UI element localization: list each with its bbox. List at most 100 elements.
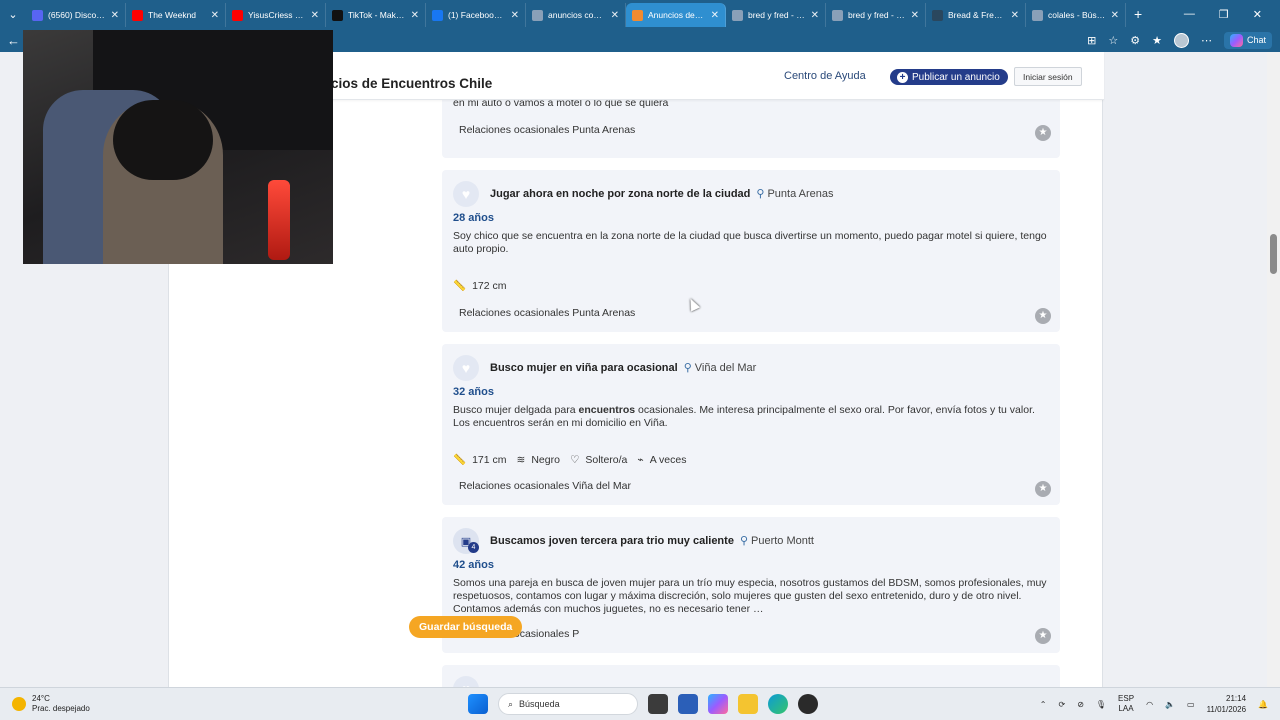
close-icon[interactable]: ✕: [911, 10, 919, 21]
weather-description: Prac. despejado: [32, 704, 90, 713]
close-icon[interactable]: ✕: [411, 10, 419, 21]
battery-icon[interactable]: ▭: [1187, 700, 1195, 709]
tab-label: bred y fred - Búsq: [748, 10, 806, 20]
task-view-icon[interactable]: [648, 694, 668, 714]
chat-label: Chat: [1246, 35, 1266, 45]
publish-ad-button[interactable]: + Publicar un anuncio: [890, 69, 1008, 85]
favorites-icon[interactable]: ★: [1152, 34, 1162, 47]
tab-search-bred-2[interactable]: bred y fred - Búsq ✕: [826, 3, 926, 27]
microphone-icon[interactable]: 🎙: [1096, 700, 1106, 709]
close-icon[interactable]: ✕: [1011, 10, 1019, 21]
ruler-icon: 📏: [453, 454, 467, 466]
heart-icon[interactable]: ♥: [453, 676, 479, 687]
ad-category[interactable]: Relaciones ocasionales Viña del Mar: [459, 480, 631, 492]
favorite-star-icon[interactable]: ★: [1035, 125, 1051, 141]
tab-youtube-weeknd[interactable]: The Weeknd ✕: [126, 3, 226, 27]
close-window-icon[interactable]: ✕: [1253, 8, 1262, 21]
language-indicator[interactable]: ESP LAA: [1118, 694, 1134, 714]
location-label: Puerto Montt: [751, 534, 814, 547]
ad-card[interactable]: ♥ Busco mujer en viña para ocasional ⚲ V…: [442, 344, 1060, 505]
ad-card[interactable]: ♥ Jugar ahora en noche por zona norte de…: [442, 170, 1060, 332]
heart-icon[interactable]: ♥: [453, 181, 479, 207]
wifi-icon[interactable]: ◠: [1146, 700, 1153, 709]
ad-location: ⚲ Puerto Montt: [740, 534, 814, 548]
copilot-chat-button[interactable]: Chat: [1223, 31, 1272, 49]
page-scrollbar[interactable]: [1267, 52, 1280, 687]
tab-anuncios-active[interactable]: Anuncios de Encu ✕: [626, 3, 726, 27]
ad-title[interactable]: Jugar ahora en noche por zona norte de l…: [490, 188, 750, 200]
ad-age: 32 años: [453, 386, 494, 398]
obs-icon[interactable]: [798, 694, 818, 714]
close-icon[interactable]: ✕: [211, 10, 219, 21]
ruler-icon: 📏: [453, 280, 467, 292]
close-icon[interactable]: ✕: [711, 10, 719, 21]
tab-actions-chevron-icon[interactable]: ⌄: [0, 0, 26, 28]
lang-layout: LAA: [1118, 704, 1134, 713]
location-label: Punta Arenas: [767, 187, 834, 200]
chevron-up-icon[interactable]: ⌃: [1040, 700, 1047, 709]
close-icon[interactable]: ✕: [511, 10, 519, 21]
ad-category[interactable]: Relaciones ocasionales Punta Arenas: [459, 307, 635, 319]
ad-title-row: Busco mujer en viña para ocasional ⚲ Viñ…: [490, 361, 757, 375]
edge-browser-icon[interactable]: [768, 694, 788, 714]
location-label: Viña del Mar: [694, 361, 757, 374]
new-tab-button[interactable]: +: [1134, 6, 1142, 22]
taskbar-search[interactable]: ⌕ Búsqueda: [498, 693, 638, 715]
save-search-button[interactable]: Guardar búsqueda: [409, 616, 523, 638]
facebook-favicon-icon: [432, 9, 443, 21]
store-icon[interactable]: [678, 694, 698, 714]
copilot-app-icon[interactable]: [708, 694, 728, 714]
ad-title[interactable]: Buscamos joven tercera para trio muy cal…: [490, 535, 734, 547]
close-icon[interactable]: ✕: [311, 10, 319, 21]
minimize-icon[interactable]: —: [1184, 8, 1195, 21]
tab-tiktok[interactable]: TikTok - Make You ✕: [326, 3, 426, 27]
weather-text: 24°C Prac. despejado: [32, 694, 90, 714]
ad-card[interactable]: ♥: [442, 665, 1060, 687]
favorite-star-icon[interactable]: ★: [1035, 628, 1051, 644]
height-attribute: 📏 171 cm: [453, 453, 507, 467]
close-icon[interactable]: ✕: [611, 10, 619, 21]
favorite-star-icon[interactable]: ☆: [1108, 34, 1118, 47]
login-button[interactable]: Iniciar sesión: [1014, 67, 1082, 86]
tab-facebook[interactable]: (1) Facebook Mar ✕: [426, 3, 526, 27]
back-arrow-icon[interactable]: ←: [7, 33, 20, 48]
favorite-star-icon[interactable]: ★: [1035, 308, 1051, 324]
tab-youtube-yisus[interactable]: YisusCriess - YouT ✕: [226, 3, 326, 27]
close-icon[interactable]: ✕: [1111, 10, 1119, 21]
extensions-icon[interactable]: ⚙: [1130, 34, 1140, 47]
tray-app-icon[interactable]: ⊘: [1077, 700, 1084, 709]
ad-description: Busco mujer delgada para encuentros ocas…: [453, 404, 1048, 430]
maximize-icon[interactable]: ❐: [1219, 8, 1229, 21]
scrollbar-thumb[interactable]: [1270, 234, 1277, 274]
site-title: cios de Encuentros Chile: [331, 76, 493, 91]
profile-avatar[interactable]: [1173, 32, 1189, 48]
copilot-icon: [1229, 33, 1243, 47]
app-available-icon[interactable]: ⊞: [1087, 34, 1096, 47]
tab-search-anuncios[interactable]: anuncios con nun ✕: [526, 3, 626, 27]
tab-search-bred-1[interactable]: bred y fred - Búsq ✕: [726, 3, 826, 27]
clock[interactable]: 21:14 11/01/2026: [1207, 693, 1246, 715]
location-pin-icon: ⚲: [683, 362, 692, 374]
volume-icon[interactable]: 🔈: [1165, 700, 1175, 709]
more-options-icon[interactable]: ⋯: [1201, 34, 1212, 47]
file-explorer-icon[interactable]: [738, 694, 758, 714]
desc-bold: encuentros: [578, 404, 636, 416]
notifications-icon[interactable]: 🔔: [1258, 700, 1268, 709]
tab-search-colales[interactable]: colales - Búsqued ✕: [1026, 3, 1126, 27]
ad-category[interactable]: Relaciones ocasionales Punta Arenas: [459, 124, 635, 136]
heart-icon[interactable]: ♥: [453, 355, 479, 381]
location-pin-icon: ⚲: [756, 188, 765, 200]
help-center-link[interactable]: Centro de Ayuda: [784, 70, 866, 82]
tray-app-icon[interactable]: ⟳: [1058, 700, 1065, 709]
tab-discord[interactable]: (6560) Discord | # ✕: [26, 3, 126, 27]
tab-steam[interactable]: Bread & Fred en S ✕: [926, 3, 1026, 27]
close-icon[interactable]: ✕: [111, 10, 119, 21]
favorite-star-icon[interactable]: ★: [1035, 481, 1051, 497]
ad-card[interactable]: ▣ 4 Buscamos joven tercera para trio muy…: [442, 517, 1060, 653]
close-icon[interactable]: ✕: [811, 10, 819, 21]
ad-location: ⚲ Viña del Mar: [683, 361, 757, 375]
smoke-label: A veces: [649, 453, 687, 466]
weather-widget[interactable]: 24°C Prac. despejado: [12, 694, 90, 714]
ad-title[interactable]: Busco mujer en viña para ocasional: [490, 362, 678, 374]
windows-start-icon[interactable]: [468, 694, 488, 714]
